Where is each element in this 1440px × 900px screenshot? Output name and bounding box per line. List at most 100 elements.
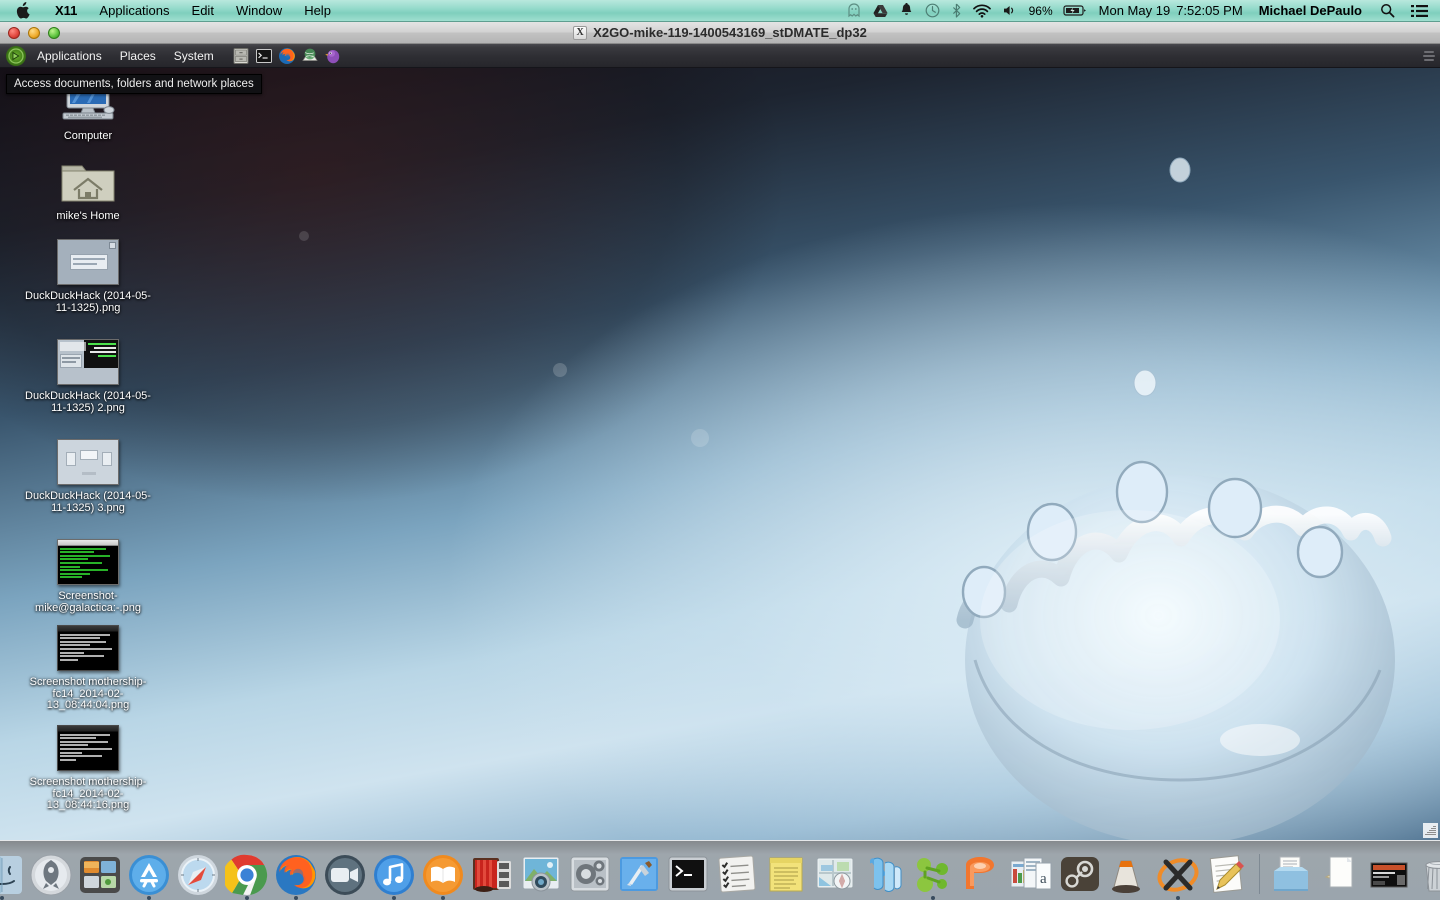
search-icon[interactable] [1368, 0, 1401, 21]
dock-item-chrome[interactable] [222, 852, 270, 900]
image-thumbnail [54, 236, 122, 288]
battery-charging-icon[interactable] [1057, 0, 1093, 21]
screenshot-thumbnail-icon [1367, 853, 1411, 897]
mac-menu-bar: X11 Applications Edit Window Help 96% Mo… [0, 0, 1440, 22]
dock-item-reminders[interactable] [715, 852, 760, 897]
time-machine-icon[interactable] [919, 0, 946, 21]
dock-item-xcode[interactable] [617, 852, 662, 897]
zoom-button[interactable] [48, 26, 60, 39]
firefox-icon[interactable] [277, 46, 297, 66]
document-stack-icon [1318, 853, 1362, 897]
notification-bell-icon[interactable] [894, 0, 919, 21]
desktop-icon-screenshot-galactica[interactable]: Screenshot-mike@galactica:-.png [24, 536, 152, 614]
drawer-icon[interactable] [1422, 48, 1436, 64]
dock-item-vlc[interactable] [1107, 852, 1152, 897]
window-title-bar[interactable]: X X2GO-mike-119-1400543169_stDMATE_dp32 [0, 22, 1440, 44]
dock-item-steam[interactable] [1058, 852, 1103, 897]
dock-item-iphoto[interactable] [519, 852, 564, 897]
menu-applications[interactable]: Applications [88, 0, 180, 21]
wifi-icon[interactable] [967, 0, 997, 21]
menu-window[interactable]: Window [225, 0, 293, 21]
file-manager-icon[interactable] [231, 46, 251, 66]
dock-item-maps[interactable] [813, 852, 858, 897]
minimize-button[interactable] [28, 26, 40, 39]
list-icon[interactable] [1401, 0, 1434, 21]
ghost-icon[interactable] [841, 0, 867, 21]
desktop-icon-home-folder[interactable]: mike's Home [24, 156, 152, 223]
dock-items: a [0, 851, 1440, 900]
dock-item-app-store[interactable] [127, 852, 172, 900]
mac-dock: a [0, 840, 1440, 900]
dock-item-libreoffice-impress[interactable] [960, 852, 1005, 897]
dock-item-facetime[interactable] [323, 852, 368, 897]
dock-item-libreoffice-writer[interactable] [862, 852, 907, 897]
dock-stack-screenshot[interactable] [1367, 852, 1412, 897]
window-title-text: X2GO-mike-119-1400543169_stDMATE_dp32 [593, 25, 867, 40]
menu-bar-date[interactable]: Mon May 19 [1093, 0, 1175, 21]
textedit-icon [1205, 853, 1249, 897]
menu-help[interactable]: Help [293, 0, 342, 21]
desktop-icon-ddh-2[interactable]: DuckDuckHack (2014-05-11-1325) 2.png [24, 336, 152, 414]
dock-item-ibooks[interactable] [421, 852, 466, 900]
desktop-icon-ddh-1[interactable]: DuckDuckHack (2014-05-11-1325).png [24, 236, 152, 314]
dock-item-system-preferences[interactable] [568, 852, 613, 897]
desktop-icon-screenshot-mothership-2[interactable]: Screenshot mothership-fc14_2014-02-13_08… [24, 722, 152, 812]
dock-item-textedit[interactable] [1205, 852, 1250, 897]
dock-item-imovie[interactable] [470, 852, 515, 897]
gear-icon [568, 853, 612, 897]
facetime-icon [323, 853, 367, 897]
iphoto-icon [519, 853, 563, 897]
mate-menu-icon[interactable] [6, 45, 26, 66]
close-button[interactable] [8, 26, 20, 39]
dock-item-office-suite[interactable]: a [1009, 852, 1054, 897]
running-indicator [1176, 896, 1180, 900]
chrome-icon [222, 853, 269, 897]
dock-item-terminal[interactable] [666, 852, 711, 897]
desktop-icon-label: Screenshot mothership-fc14_2014-02-13_08… [29, 776, 147, 812]
terminal-thumbnail [54, 622, 122, 674]
svg-text:a: a [1040, 871, 1047, 887]
bluetooth-icon[interactable] [946, 0, 967, 21]
mate-desktop[interactable]: Access documents, folders and network pl… [0, 68, 1440, 840]
panel-launchers [231, 46, 343, 66]
panel-tooltip: Access documents, folders and network pl… [6, 74, 262, 94]
ibooks-icon [421, 853, 465, 897]
window-resize-grip[interactable] [1423, 823, 1438, 838]
running-indicator [294, 896, 298, 900]
desktop-icon-ddh-3[interactable]: DuckDuckHack (2014-05-11-1325) 3.png [24, 436, 152, 514]
window-title: X X2GO-mike-119-1400543169_stDMATE_dp32 [0, 25, 1440, 40]
dock-item-libreoffice-calc[interactable] [911, 852, 956, 900]
panel-menu-applications[interactable]: Applications [28, 44, 111, 67]
menu-bar-left: X11 Applications Edit Window Help [0, 0, 342, 21]
menu-edit[interactable]: Edit [181, 0, 225, 21]
dock-item-xquartz[interactable] [1156, 852, 1201, 900]
menu-bar-user-name[interactable]: Michael DePaulo [1249, 0, 1368, 21]
window-controls [0, 26, 60, 39]
terminal-thumbnail [54, 722, 122, 774]
desktop-icon-screenshot-mothership-1[interactable]: Screenshot mothership-fc14_2014-02-13_08… [24, 622, 152, 712]
terminal-icon[interactable] [254, 46, 274, 66]
panel-menu-system[interactable]: System [165, 44, 223, 67]
dock-item-firefox[interactable] [274, 852, 319, 900]
menu-bar-time[interactable]: 7:52:05 PM [1174, 0, 1249, 21]
pidgin-icon[interactable] [323, 46, 343, 66]
apple-logo-icon[interactable] [0, 0, 44, 21]
terminal-thumbnail [54, 536, 122, 588]
dock-item-trash[interactable] [1416, 852, 1440, 897]
battery-percent-label[interactable]: 96% [1023, 0, 1057, 21]
dock-stack-downloads[interactable] [1269, 852, 1314, 897]
dock-stack-documents[interactable] [1318, 852, 1363, 897]
image-viewer-icon[interactable] [300, 46, 320, 66]
dock-item-mission-control[interactable] [78, 852, 123, 897]
dock-item-itunes[interactable] [372, 852, 417, 900]
dock-item-stickies[interactable] [764, 852, 809, 897]
google-drive-icon[interactable] [867, 0, 894, 21]
volume-icon[interactable] [997, 0, 1023, 21]
dock-item-finder[interactable] [0, 852, 25, 900]
finder-icon [0, 853, 24, 897]
dock-item-launchpad[interactable] [29, 852, 74, 897]
panel-menu-places[interactable]: Places [111, 44, 165, 67]
dock-item-safari[interactable] [176, 852, 221, 897]
stickies-icon [764, 853, 808, 897]
menu-x11[interactable]: X11 [44, 0, 88, 21]
